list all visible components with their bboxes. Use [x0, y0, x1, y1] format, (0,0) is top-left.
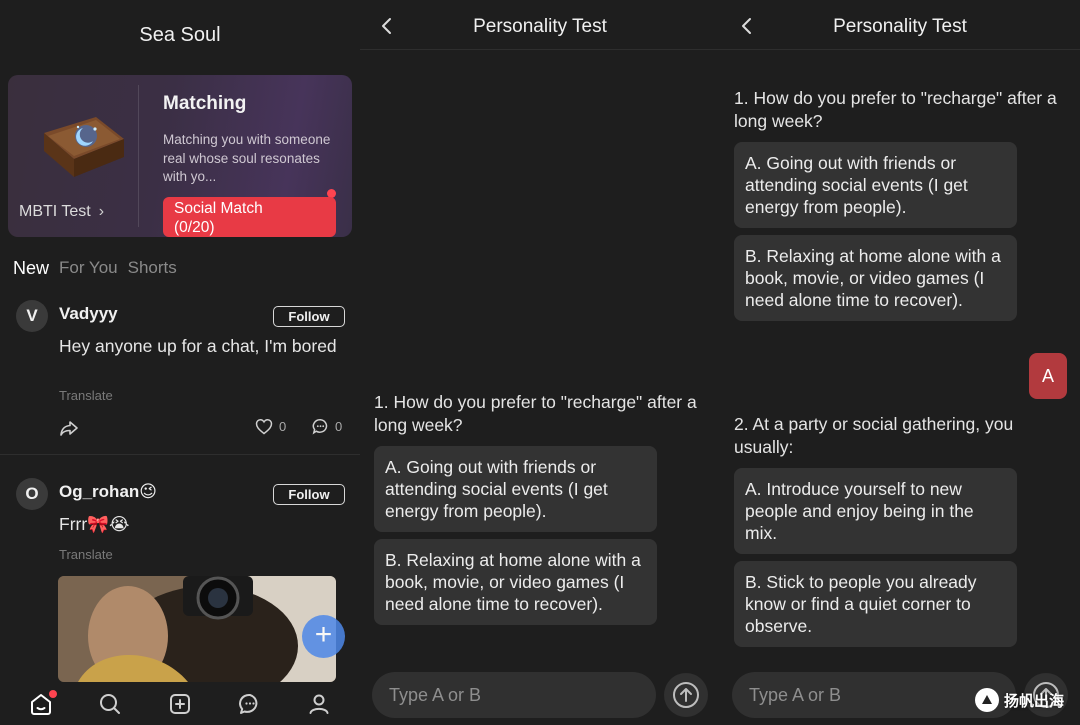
nav-messages[interactable]: [230, 687, 270, 721]
answer-input[interactable]: Type A or B: [372, 672, 656, 718]
social-match-button[interactable]: Social Match (0/20): [163, 197, 336, 237]
chevron-right-icon: ›: [98, 203, 105, 220]
page-title: Personality Test: [473, 16, 607, 37]
question-1: 1. How do you prefer to "recharge" after…: [734, 88, 1057, 131]
heart-icon: [255, 418, 273, 435]
question-2: 2. At a party or social gathering, you u…: [734, 414, 1014, 457]
chat-header: Personality Test: [720, 0, 1080, 50]
comment-icon: [312, 419, 328, 435]
comment-button[interactable]: 0: [312, 418, 342, 435]
chat-icon: [238, 693, 257, 714]
post-photo[interactable]: [58, 576, 336, 682]
feed-tabs: New For You Shorts: [13, 258, 177, 279]
post-text: Frrr🎀😭: [59, 514, 130, 534]
chat-header: Personality Test: [360, 0, 720, 50]
search-icon: [100, 693, 121, 714]
nav-home[interactable]: [21, 687, 61, 721]
send-button[interactable]: [664, 673, 708, 717]
nav-create[interactable]: [160, 687, 200, 721]
question-1: 1. How do you prefer to "recharge" after…: [374, 392, 697, 435]
option-a[interactable]: A. Going out with friends or attending s…: [374, 446, 657, 532]
mbti-test-link[interactable]: MBTI Test ›: [19, 203, 104, 221]
avatar[interactable]: O: [16, 478, 48, 510]
notification-dot: [48, 689, 57, 698]
nav-profile[interactable]: [299, 687, 339, 721]
watermark: 扬帆出海: [975, 688, 1064, 712]
option-a[interactable]: A. Going out with friends or attending s…: [734, 142, 1017, 228]
answer-input[interactable]: Type A or B: [732, 672, 1016, 718]
watermark-logo-icon: [975, 688, 999, 712]
like-button[interactable]: 0: [255, 418, 286, 435]
personality-test-screen: Personality Test 1. How do you prefer to…: [720, 0, 1080, 725]
tab-for-you[interactable]: For You: [59, 258, 118, 279]
avatar[interactable]: V: [16, 300, 48, 332]
comment-count: 0: [335, 419, 343, 434]
option-b[interactable]: B. Stick to people you already know or f…: [734, 561, 1017, 647]
translate-link[interactable]: Translate: [59, 388, 113, 403]
profile-icon: [309, 694, 329, 714]
user-answer-bubble: A: [1029, 353, 1067, 399]
follow-button[interactable]: Follow: [273, 306, 345, 327]
create-post-fab[interactable]: +: [302, 615, 345, 658]
post-text: Hey anyone up for a chat, I'm bored: [59, 336, 337, 356]
option-b[interactable]: B. Relaxing at home alone with a book, m…: [374, 539, 657, 625]
app-title: Sea Soul: [139, 24, 221, 46]
watermark-text: 扬帆出海: [1004, 692, 1065, 710]
option-b[interactable]: B. Relaxing at home alone with a book, m…: [734, 235, 1017, 321]
personality-test-screen: Personality Test 1. How do you prefer to…: [360, 0, 720, 725]
tab-shorts[interactable]: Shorts: [128, 258, 177, 279]
like-count: 0: [279, 419, 287, 434]
translate-link[interactable]: Translate: [59, 547, 113, 562]
send-arrow-icon: [673, 682, 699, 708]
add-post-icon: [169, 693, 190, 714]
share-icon[interactable]: [59, 418, 79, 438]
camera-photo-graphic: [58, 576, 336, 682]
page-title: Personality Test: [833, 16, 967, 37]
feed-screen: Sea Soul MBTI Test › Matching Matching yo…: [0, 0, 360, 725]
feed-post: V Vadyyy Follow Hey anyone up for a chat…: [0, 292, 360, 455]
bottom-nav: [0, 682, 360, 725]
post-actions: 0 0: [0, 418, 360, 440]
mbti-test-label: MBTI Test: [19, 203, 91, 220]
tab-new[interactable]: New: [13, 258, 49, 279]
matching-description: Matching you with someone real whose sou…: [163, 132, 331, 184]
matching-title: Matching: [163, 93, 247, 114]
post-username[interactable]: Og_rohan😉: [59, 482, 157, 502]
post-username[interactable]: Vadyyy: [59, 304, 118, 324]
card-divider: [138, 85, 139, 227]
option-a[interactable]: A. Introduce yourself to new people and …: [734, 468, 1017, 554]
matching-card[interactable]: MBTI Test › Matching Matching you with so…: [8, 75, 352, 237]
follow-button[interactable]: Follow: [273, 484, 345, 505]
magic-book-icon: [44, 117, 124, 177]
nav-search[interactable]: [90, 687, 130, 721]
